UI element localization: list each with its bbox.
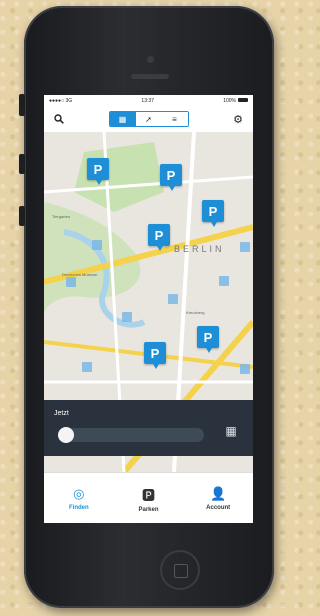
parking-icon: 🅿 xyxy=(142,487,156,503)
map-icon: ▦ xyxy=(118,114,127,124)
tab-finden[interactable]: ◎ Finden xyxy=(44,473,114,523)
parking-pin[interactable]: P xyxy=(148,224,170,251)
calendar-clock-icon[interactable]: ▦ xyxy=(222,424,240,440)
map-view-tab[interactable]: ▦ xyxy=(109,112,136,126)
volume-down-button xyxy=(19,206,25,226)
tab-label: Parken xyxy=(138,506,159,513)
small-parking-pin[interactable] xyxy=(82,362,92,372)
tab-parken[interactable]: 🅿 Parken xyxy=(114,473,184,523)
volume-up-button xyxy=(19,154,25,174)
battery-icon xyxy=(237,98,248,103)
time-slider[interactable] xyxy=(58,428,204,442)
parking-pin[interactable]: P xyxy=(144,342,166,369)
small-parking-pin[interactable] xyxy=(92,240,102,250)
earpiece-speaker xyxy=(131,74,169,79)
parking-pin[interactable]: P xyxy=(197,326,219,353)
tab-bar: ◎ Finden 🅿 Parken 👤 Account xyxy=(44,472,253,523)
tab-label: Finden xyxy=(69,505,89,511)
list-icon: ≡ xyxy=(172,114,177,124)
small-parking-pin[interactable] xyxy=(122,312,132,322)
tab-account[interactable]: 👤 Account xyxy=(183,473,253,523)
small-parking-pin[interactable] xyxy=(168,294,178,304)
street-label: Kreuzberg xyxy=(186,310,205,315)
parking-pin[interactable]: P xyxy=(202,200,224,227)
small-parking-pin[interactable] xyxy=(240,242,250,252)
street-label: Tiergarten xyxy=(52,214,71,219)
carrier-label: ●●●●○ 3G xyxy=(49,97,73,104)
target-icon: ◎ xyxy=(73,486,85,501)
locate-icon: ➚ xyxy=(145,114,152,124)
home-button[interactable] xyxy=(160,550,200,590)
parking-pin[interactable]: P xyxy=(87,158,109,185)
locate-view-tab[interactable]: ➚ xyxy=(135,112,162,126)
top-toolbar: ▦ ➚ ≡ ⚙ xyxy=(44,106,253,133)
parking-pin[interactable]: P xyxy=(160,164,182,191)
battery-indicator: 100% xyxy=(223,98,248,104)
list-view-tab[interactable]: ≡ xyxy=(161,112,188,126)
time-panel: Jetzt ▦ xyxy=(44,400,253,456)
person-icon: 👤 xyxy=(210,486,227,501)
view-segmented-control: ▦ ➚ ≡ xyxy=(108,111,189,127)
small-parking-pin[interactable] xyxy=(219,276,229,286)
gear-icon[interactable]: ⚙ xyxy=(231,112,245,126)
front-camera xyxy=(147,56,154,63)
clock-label: 13:37 xyxy=(141,97,154,104)
app-screen: ●●●●○ 3G 13:37 100% ▦ ➚ ≡ ⚙ Tiergarten D… xyxy=(44,95,253,523)
small-parking-pin[interactable] xyxy=(66,277,76,287)
search-icon[interactable] xyxy=(52,112,66,126)
mute-switch xyxy=(19,94,25,116)
battery-label: 100% xyxy=(223,97,236,104)
time-label: Jetzt xyxy=(54,410,69,417)
time-slider-handle[interactable] xyxy=(58,427,74,443)
status-bar: ●●●●○ 3G 13:37 100% xyxy=(44,95,253,106)
city-label: BERLIN xyxy=(174,244,225,254)
small-parking-pin[interactable] xyxy=(240,364,250,374)
tab-label: Account xyxy=(206,505,231,511)
